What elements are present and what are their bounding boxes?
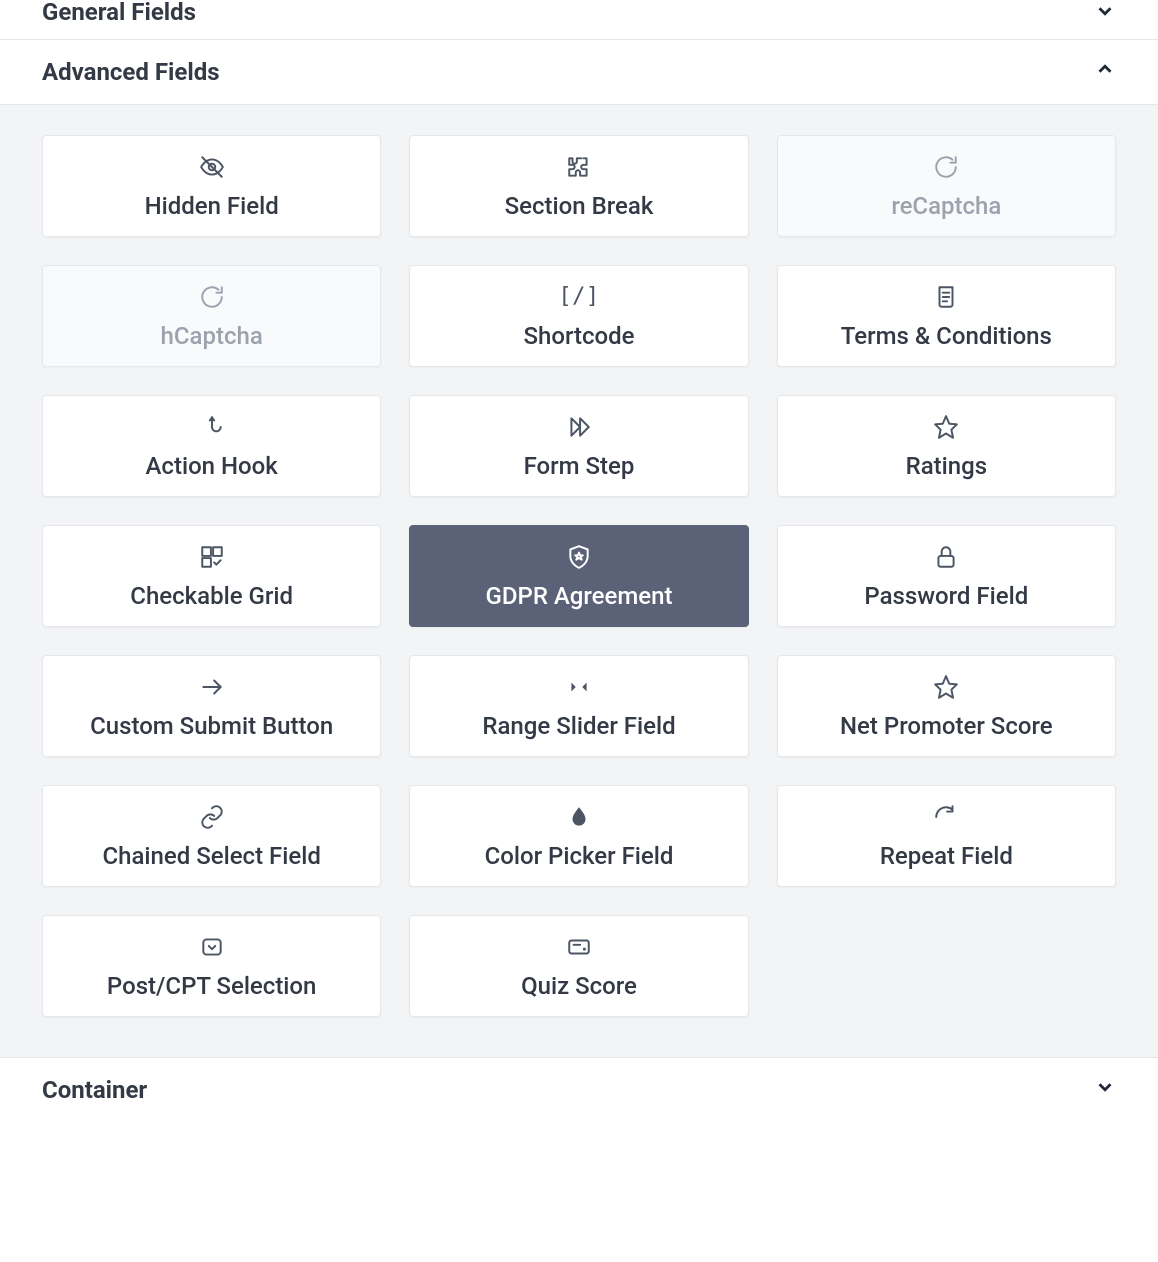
eye-off-icon: [199, 152, 225, 182]
chevron-up-icon: [1094, 58, 1116, 86]
field-tile-recaptcha[interactable]: reCaptcha: [777, 135, 1116, 237]
field-tile-label: Net Promoter Score: [840, 712, 1053, 741]
advanced-fields-grid: Hidden Field Section Break reCaptcha hCaptc…: [42, 135, 1116, 1017]
field-tile-label: Quiz Score: [521, 972, 637, 1001]
droplet-icon: [566, 802, 592, 832]
section-title-advanced: Advanced Fields: [42, 58, 220, 86]
lock-icon: [933, 542, 959, 572]
field-tile-label: Section Break: [505, 192, 654, 221]
hook-icon: [199, 412, 225, 442]
field-tile-section-break[interactable]: Section Break: [409, 135, 748, 237]
field-tile-hcaptcha[interactable]: hCaptcha: [42, 265, 381, 367]
scroll-icon: [933, 282, 959, 312]
field-tile-label: Color Picker Field: [485, 842, 674, 871]
field-tile-label: Shortcode: [523, 322, 634, 351]
field-tile-label: GDPR Agreement: [485, 582, 672, 611]
field-tile-label: Chained Select Field: [102, 842, 320, 871]
skip-forward-icon: [566, 412, 592, 442]
link-icon: [199, 802, 225, 832]
field-tile-repeat-field[interactable]: Repeat Field: [777, 785, 1116, 887]
arrow-right-icon: [199, 672, 225, 702]
field-tile-label: Range Slider Field: [482, 712, 675, 741]
field-tile-range-slider-field[interactable]: Range Slider Field: [409, 655, 748, 757]
field-tile-label: Custom Submit Button: [90, 712, 333, 741]
section-header-advanced[interactable]: Advanced Fields: [0, 40, 1158, 105]
puzzle-icon: [566, 152, 592, 182]
field-tile-hidden-field[interactable]: Hidden Field: [42, 135, 381, 237]
field-tile-terms-conditions[interactable]: Terms & Conditions: [777, 265, 1116, 367]
field-tile-label: hCaptcha: [161, 322, 263, 351]
field-tile-gdpr-agreement[interactable]: GDPR Agreement: [409, 525, 748, 627]
field-tile-action-hook[interactable]: Action Hook: [42, 395, 381, 497]
field-tile-label: Terms & Conditions: [841, 322, 1052, 351]
star-icon: [933, 672, 959, 702]
field-tile-custom-submit-button[interactable]: Custom Submit Button: [42, 655, 381, 757]
recaptcha-icon: [933, 152, 959, 182]
field-tile-form-step[interactable]: Form Step: [409, 395, 748, 497]
repeat-icon: [933, 802, 959, 832]
field-tile-net-promoter-score[interactable]: Net Promoter Score: [777, 655, 1116, 757]
field-tile-label: Form Step: [524, 452, 635, 481]
range-icon: [566, 672, 592, 702]
field-tile-checkable-grid[interactable]: Checkable Grid: [42, 525, 381, 627]
field-tile-label: Action Hook: [146, 452, 278, 481]
chevron-down-icon: [1094, 1076, 1116, 1104]
recaptcha-icon: [199, 282, 225, 312]
field-tile-post-cpt-selection[interactable]: Post/CPT Selection: [42, 915, 381, 1017]
field-tile-shortcode[interactable]: [/] Shortcode: [409, 265, 748, 367]
field-tile-label: Repeat Field: [880, 842, 1013, 871]
advanced-fields-panel: Hidden Field Section Break reCaptcha hCaptc…: [0, 105, 1158, 1057]
dropdown-icon: [199, 932, 225, 962]
field-tile-password-field[interactable]: Password Field: [777, 525, 1116, 627]
section-title-general: General Fields: [42, 0, 196, 26]
field-tile-ratings[interactable]: Ratings: [777, 395, 1116, 497]
star-icon: [933, 412, 959, 442]
grid-check-icon: [199, 542, 225, 572]
field-tile-label: Hidden Field: [145, 192, 279, 221]
field-tile-quiz-score[interactable]: Quiz Score: [409, 915, 748, 1017]
field-tile-chained-select-field[interactable]: Chained Select Field: [42, 785, 381, 887]
field-tile-label: Checkable Grid: [130, 582, 293, 611]
section-header-container[interactable]: Container: [0, 1057, 1158, 1122]
card-icon: [566, 932, 592, 962]
chevron-down-icon: [1094, 0, 1116, 28]
section-header-general[interactable]: General Fields: [0, 0, 1158, 40]
section-title-container: Container: [42, 1076, 147, 1104]
field-tile-label: Post/CPT Selection: [107, 972, 316, 1001]
shortcode-icon: [/]: [558, 282, 599, 312]
field-tile-label: Password Field: [864, 582, 1028, 611]
field-tile-color-picker-field[interactable]: Color Picker Field: [409, 785, 748, 887]
field-tile-label: reCaptcha: [891, 192, 1001, 221]
shield-star-icon: [566, 542, 592, 572]
field-tile-label: Ratings: [906, 452, 987, 481]
